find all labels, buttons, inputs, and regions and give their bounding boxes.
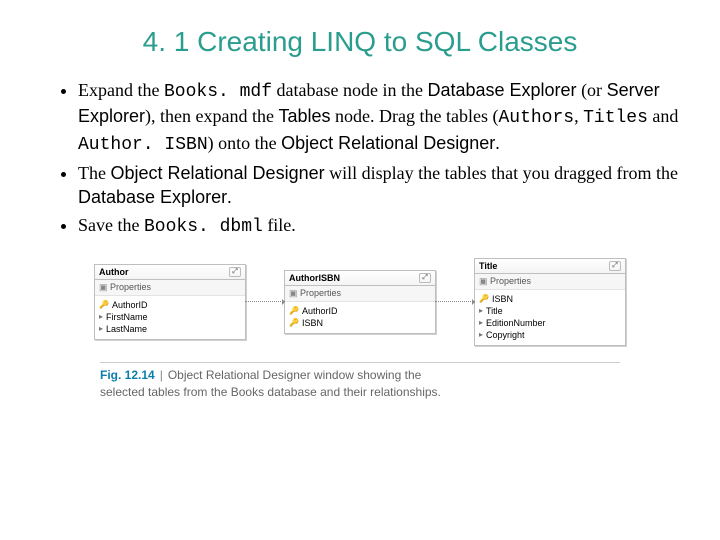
properties-section: Properties: [475, 274, 625, 290]
field-name: EditionNumber: [486, 318, 546, 328]
field-row: 🔑ISBN: [479, 293, 621, 305]
field-name: AuthorID: [112, 300, 148, 310]
figure-number: Fig. 12.14: [100, 368, 155, 382]
code: Books. mdf: [164, 82, 272, 102]
code: Authors: [498, 108, 574, 128]
er-diagram: Author ⤢ Properties 🔑AuthorID ▸FirstName…: [80, 258, 640, 346]
code: Author. ISBN: [78, 135, 208, 155]
entity-header: Title ⤢: [475, 259, 625, 274]
field-icon: ▸: [479, 306, 483, 315]
field-name: ISBN: [492, 294, 513, 304]
field-icon: ▸: [479, 330, 483, 339]
ui-term: Database Explorer: [427, 80, 576, 100]
fields: 🔑AuthorID ▸FirstName ▸LastName: [95, 296, 245, 339]
field-icon: ▸: [479, 318, 483, 327]
caption-line: selected tables from the Books database …: [100, 385, 441, 399]
fields: 🔑ISBN ▸Title ▸EditionNumber ▸Copyright: [475, 290, 625, 345]
list-item: The Object Relational Designer will disp…: [78, 161, 680, 210]
entity-name: Title: [479, 261, 497, 271]
list-item: Save the Books. dbml file.: [78, 213, 680, 239]
text: ,: [574, 106, 583, 126]
pin-icon: ⤢: [419, 273, 431, 283]
field-row: ▸FirstName: [99, 311, 241, 323]
field-name: LastName: [106, 324, 147, 334]
key-icon: 🔑: [289, 318, 299, 327]
text: .: [495, 133, 500, 153]
field-name: FirstName: [106, 312, 148, 322]
entity-name: AuthorISBN: [289, 273, 340, 283]
text: .: [227, 187, 232, 207]
properties-section: Properties: [285, 286, 435, 302]
field-row: ▸LastName: [99, 323, 241, 335]
field-row: 🔑ISBN: [289, 317, 431, 329]
figure-caption: Fig. 12.14 | Object Relational Designer wi…: [100, 362, 680, 401]
pin-icon: ⤢: [229, 267, 241, 277]
text: Expand the: [78, 80, 164, 100]
pin-icon: ⤢: [609, 261, 621, 271]
text: The: [78, 163, 110, 183]
field-icon: ▸: [99, 324, 103, 333]
field-row: ▸EditionNumber: [479, 317, 621, 329]
relationship-arrow: [245, 301, 285, 303]
field-name: Title: [486, 306, 503, 316]
caption-line: Object Relational Designer window showin…: [168, 368, 421, 382]
field-row: 🔑AuthorID: [99, 299, 241, 311]
field-name: AuthorID: [302, 306, 338, 316]
entity-header: AuthorISBN ⤢: [285, 271, 435, 286]
text: (or: [577, 80, 607, 100]
entity-authorisbn: AuthorISBN ⤢ Properties 🔑AuthorID 🔑ISBN: [284, 270, 436, 334]
entity-header: Author ⤢: [95, 265, 245, 280]
field-name: Copyright: [486, 330, 525, 340]
properties-section: Properties: [95, 280, 245, 296]
field-icon: ▸: [99, 312, 103, 321]
text: will display the tables that you dragged…: [325, 163, 678, 183]
relationship-arrow: [435, 301, 475, 303]
field-row: ▸Title: [479, 305, 621, 317]
key-icon: 🔑: [479, 294, 489, 303]
entity-name: Author: [99, 267, 129, 277]
separator-bar: |: [160, 368, 163, 382]
text: and: [648, 106, 679, 126]
field-row: ▸Copyright: [479, 329, 621, 341]
list-item: Expand the Books. mdf database node in t…: [78, 78, 680, 157]
page-title: 4. 1 Creating LINQ to SQL Classes: [40, 26, 680, 58]
text: Save the: [78, 215, 144, 235]
field-name: ISBN: [302, 318, 323, 328]
text: database node in the: [272, 80, 427, 100]
field-row: 🔑AuthorID: [289, 305, 431, 317]
entity-title: Title ⤢ Properties 🔑ISBN ▸Title ▸Edition…: [474, 258, 626, 346]
ui-term: Object Relational Designer: [110, 163, 324, 183]
text: ) onto the: [208, 133, 282, 153]
code: Titles: [583, 108, 648, 128]
text: ), then expand the: [145, 106, 278, 126]
ui-term: Database Explorer: [78, 187, 227, 207]
text: node. Drag the tables (: [331, 106, 499, 126]
entity-author: Author ⤢ Properties 🔑AuthorID ▸FirstName…: [94, 264, 246, 340]
key-icon: 🔑: [289, 306, 299, 315]
ui-term: Tables: [278, 106, 330, 126]
text: file.: [263, 215, 296, 235]
code: Books. dbml: [144, 217, 263, 237]
ui-term: Object Relational Designer: [281, 133, 495, 153]
fields: 🔑AuthorID 🔑ISBN: [285, 302, 435, 333]
key-icon: 🔑: [99, 300, 109, 309]
divider: [100, 362, 620, 363]
bullet-list: Expand the Books. mdf database node in t…: [40, 78, 680, 240]
